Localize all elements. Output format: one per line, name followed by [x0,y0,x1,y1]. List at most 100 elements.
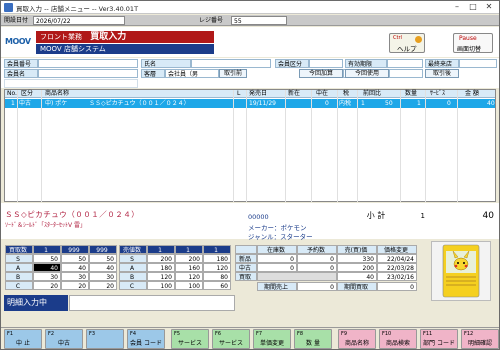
buy-rank-a: A [5,263,33,272]
sell-a-2[interactable]: 160 [175,263,203,272]
detail-input-field[interactable] [69,295,235,311]
buy-rank-c: C [5,281,33,290]
use-points-field [389,69,423,78]
buy-a-1[interactable]: 40 [33,263,61,272]
col-used-stock: 中在 [316,90,329,97]
buy-header-1: 1 [33,245,61,254]
title-bar: 買取入力 -- 店舗メニュー -- Ver3.40.01T – □ ✕ [1,1,499,14]
pull-back-label[interactable]: 取引後 [425,69,459,78]
customer-field[interactable]: 会社員（男 [165,69,219,78]
buy-s-2[interactable]: 50 [61,254,89,263]
sell-c-1[interactable]: 100 [147,281,175,290]
fkey-label: 商品名称 [344,340,369,347]
member-type-field[interactable] [309,59,343,68]
table-row[interactable]: 1 中古 中) ポケ ＳＳ◇ピカチュウ（００１／０２４） 19/11/29 0 … [5,99,495,108]
buy-s-3[interactable]: 50 [89,254,117,263]
fkey-label: 中古 [57,340,70,347]
stock-used-reserve: 0 [297,263,337,272]
buy-rank-s: S [5,254,33,263]
fkey-f10[interactable]: F10 商品検索 [379,329,417,349]
buy-c-3[interactable]: 20 [89,281,117,290]
maximize-icon[interactable]: □ [465,1,481,13]
grid-header: No. 区分 商品名称 L 発売日 新在 中在 税 前回比 数量 ｻｰﾋﾞｽ 金… [5,90,495,98]
col-divider [311,90,312,202]
stock-row-buy: 買取 [235,272,257,281]
sell-b-3[interactable]: 80 [203,272,231,281]
sell-c-3[interactable]: 60 [203,281,231,290]
fkey-f8[interactable]: F8 数 量 [294,329,332,349]
buy-a-2[interactable]: 40 [61,263,89,272]
fkey-label: 部門 コード [423,340,455,347]
col-service: ｻｰﾋﾞｽ [430,90,446,97]
col-release: 発売日 [249,90,268,97]
member-field[interactable] [38,69,138,78]
opdate-label: 開設日付 [4,17,29,24]
fkey-number: F8 [297,331,304,337]
sell-a-1[interactable]: 180 [147,263,175,272]
fkey-number: F1 [7,331,14,337]
row-used-stock: 0 [325,100,329,107]
line-item-grid[interactable]: No. 区分 商品名称 L 発売日 新在 中在 税 前回比 数量 ｻｰﾋﾞｽ 金… [4,89,496,202]
col-divider [357,90,358,202]
row-qty: 1 [417,100,421,107]
buy-header-2: 999 [61,245,89,254]
red-title-bar: フロント業務 買取入力 [36,31,214,43]
buy-a-3[interactable]: 40 [89,263,117,272]
pull-button[interactable]: 取引前 [219,69,247,78]
col-divider [425,90,426,202]
fkey-f3[interactable]: F3 [86,329,124,349]
close-icon[interactable]: ✕ [481,1,497,13]
sell-a-3[interactable]: 120 [203,263,231,272]
subtotal-qty: 1 [420,212,425,220]
fkey-f7[interactable]: F7 単価変更 [253,329,291,349]
fkey-f1[interactable]: F1 中 止 [4,329,42,349]
buy-b-2[interactable]: 30 [61,272,89,281]
stock-used-changed: 22/03/28 [377,263,417,272]
row-compare-b: 50 [385,100,393,107]
fkey-f2[interactable]: F2 中古 [45,329,83,349]
fkey-f5[interactable]: F5 サービス [171,329,209,349]
status-row: 開設日付 2026/07/22 レジ番号 55 [1,15,499,26]
col-amount: 金 額 [465,90,479,97]
product-image [431,241,491,301]
row-genre: 中) ポケ [45,100,68,107]
member-type-label: 会員区分 [275,59,309,68]
sell-b-1[interactable]: 120 [147,272,175,281]
member-blank [4,79,138,88]
fkey-f4[interactable]: F4 会員 コード [127,329,165,349]
help-button[interactable]: Ctrl ヘルプ [389,33,425,53]
header: MOOV フロント業務 買取入力 MOOV 店舗システム Ctrl ヘルプ Pa… [1,27,499,57]
system-name: MOOV 店舗システム [36,44,214,54]
member-no-field[interactable] [38,59,138,68]
sell-c-2[interactable]: 100 [175,281,203,290]
sell-b-2[interactable]: 120 [175,272,203,281]
fkey-label: サービス [177,340,202,347]
fkey-f6[interactable]: F6 サービス [212,329,250,349]
fkey-f9[interactable]: F9 商品名称 [338,329,376,349]
sell-rank-c: C [119,281,147,290]
buy-b-1[interactable]: 30 [33,272,61,281]
fkey-f11[interactable]: F11 部門 コード [420,329,458,349]
buy-b-3[interactable]: 30 [89,272,117,281]
col-divider [41,90,42,202]
screen-switch-button[interactable]: Pause 画面切替 [453,33,493,53]
name-field[interactable] [191,59,271,68]
product-code: 00000 [248,213,269,221]
buy-c-1[interactable]: 20 [33,281,61,290]
sell-s-3[interactable]: 180 [203,254,231,263]
sell-s-1[interactable]: 200 [147,254,175,263]
app-window: 買取入力 -- 店舗メニュー -- Ver3.40.01T – □ ✕ 開設日付… [0,0,500,350]
fkey-label: 明細確認 [467,340,492,347]
row-no: 1 [11,100,15,107]
buy-c-2[interactable]: 20 [61,281,89,290]
minimize-icon[interactable]: – [449,1,465,13]
sell-rank-s: S [119,254,147,263]
col-qty: 数量 [405,90,418,97]
sell-s-2[interactable]: 200 [175,254,203,263]
stock-used-price: 200 [337,263,377,272]
buy-s-1[interactable]: 50 [33,254,61,263]
fkey-f12[interactable]: F12 明細確認 [461,329,499,349]
col-divider [246,90,247,202]
period-buy-value: 0 [377,282,417,291]
row-service: 0 [447,100,451,107]
